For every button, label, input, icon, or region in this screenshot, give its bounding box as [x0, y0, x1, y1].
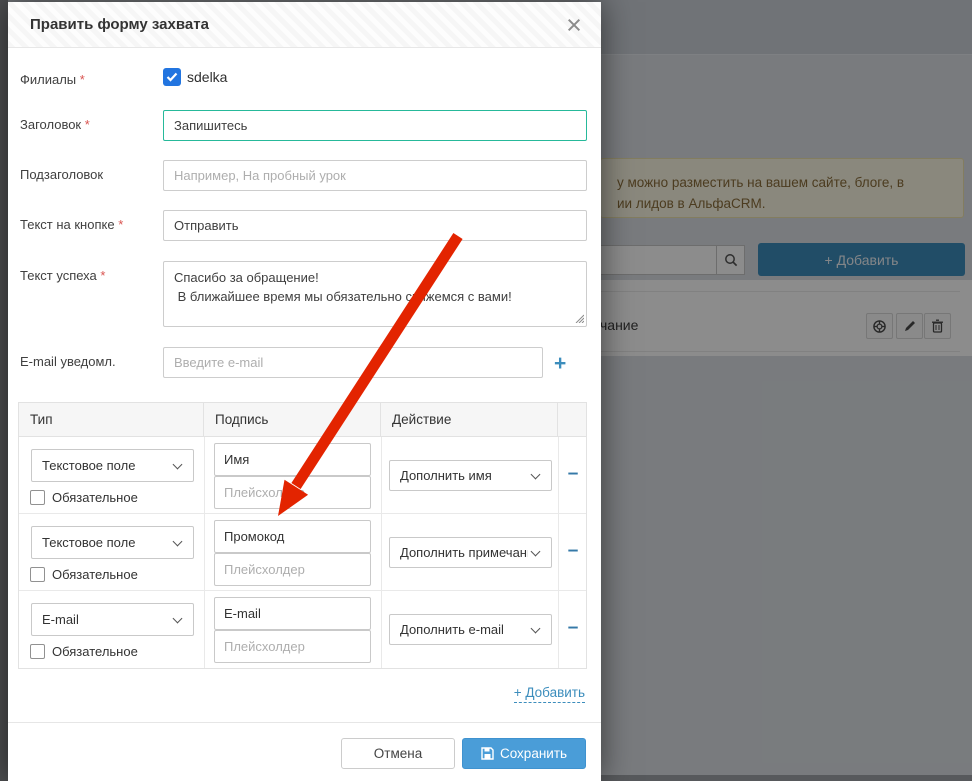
action-value: Дополнить e-mail — [390, 622, 528, 637]
remove-row-button[interactable]: – — [565, 617, 581, 639]
add-field-link[interactable]: + Добавить — [514, 685, 585, 703]
action-select[interactable]: Дополнить e-mail — [389, 614, 552, 645]
required-toggle[interactable]: Обязательное — [30, 567, 138, 582]
field-type-select[interactable]: E-mail — [31, 603, 194, 636]
chevron-down-icon — [173, 613, 183, 623]
placeholder-input[interactable] — [214, 476, 371, 509]
field-type-value: Текстовое поле — [32, 535, 170, 550]
save-button-label: Сохранить — [500, 746, 567, 761]
email-notify-label: E-mail уведомл. — [20, 354, 116, 369]
subheading-label: Подзаголовок — [20, 167, 103, 182]
save-icon — [481, 747, 494, 760]
required-label: Обязательное — [52, 567, 138, 582]
subheading-input[interactable] — [163, 160, 587, 191]
modal-title: Править форму захвата — [30, 2, 209, 48]
caption-input[interactable] — [214, 597, 371, 630]
chevron-down-icon — [531, 623, 541, 633]
email-notify-input[interactable] — [163, 347, 543, 378]
required-label: Обязательное — [52, 490, 138, 505]
caption-input[interactable] — [214, 443, 371, 476]
table-row: Текстовое поле Обязательное Дополнить пр… — [19, 514, 586, 591]
table-header-row: Тип Подпись Действие — [19, 403, 586, 437]
screen: у можно разместить на вашем сайте, блоге… — [0, 0, 972, 781]
chevron-down-icon — [173, 459, 183, 469]
required-toggle[interactable]: Обязательное — [30, 490, 138, 505]
remove-row-button[interactable]: – — [565, 540, 581, 562]
branch-checkbox[interactable] — [163, 68, 181, 86]
placeholder-input[interactable] — [214, 553, 371, 586]
button-text-input[interactable] — [163, 210, 587, 241]
placeholder-input[interactable] — [214, 630, 371, 663]
required-checkbox[interactable] — [30, 490, 45, 505]
edit-capture-form-modal: Править форму захвата × Филиалы * sdelka… — [8, 2, 601, 781]
table-row: Текстовое поле Обязательное Дополнить им… — [19, 437, 586, 514]
caption-input[interactable] — [214, 520, 371, 553]
heading-label: Заголовок * — [20, 117, 90, 132]
required-label: Обязательное — [52, 644, 138, 659]
action-value: Дополнить имя — [390, 468, 528, 483]
heading-input[interactable] — [163, 110, 587, 141]
column-header-action: Действие — [381, 403, 558, 436]
branch-option-label: sdelka — [187, 69, 227, 85]
field-type-select[interactable]: Текстовое поле — [31, 449, 194, 482]
field-type-value: Текстовое поле — [32, 458, 170, 473]
check-icon — [166, 72, 178, 82]
required-checkbox[interactable] — [30, 567, 45, 582]
button-text-label: Текст на кнопке * — [20, 217, 123, 232]
required-checkbox[interactable] — [30, 644, 45, 659]
modal-header: Править форму захвата × — [8, 2, 601, 48]
table-row: E-mail Обязательное Дополнить e-mail – — [19, 591, 586, 668]
save-button[interactable]: Сохранить — [462, 738, 586, 769]
column-header-caption: Подпись — [204, 403, 381, 436]
chevron-down-icon — [531, 469, 541, 479]
chevron-down-icon — [531, 546, 541, 556]
branches-label: Филиалы * — [20, 72, 85, 87]
success-text-input[interactable]: Спасибо за обращение! В ближайшее время … — [163, 261, 587, 327]
form-fields-table: Тип Подпись Действие Текстовое поле Обяз… — [18, 402, 587, 669]
field-type-value: E-mail — [32, 612, 170, 627]
add-email-button[interactable]: + — [554, 349, 566, 379]
success-text-label: Текст успеха * — [20, 268, 105, 283]
modal-footer: Отмена Сохранить — [8, 722, 601, 781]
chevron-down-icon — [173, 536, 183, 546]
action-value: Дополнить примечание — [390, 545, 528, 560]
column-header-actions — [558, 403, 586, 436]
cancel-button[interactable]: Отмена — [341, 738, 455, 769]
field-type-select[interactable]: Текстовое поле — [31, 526, 194, 559]
required-toggle[interactable]: Обязательное — [30, 644, 138, 659]
action-select[interactable]: Дополнить примечание — [389, 537, 552, 568]
action-select[interactable]: Дополнить имя — [389, 460, 552, 491]
remove-row-button[interactable]: – — [565, 463, 581, 485]
close-icon[interactable]: × — [559, 8, 589, 42]
column-header-type: Тип — [19, 403, 204, 436]
success-text-wrap: Спасибо за обращение! В ближайшее время … — [163, 261, 587, 327]
